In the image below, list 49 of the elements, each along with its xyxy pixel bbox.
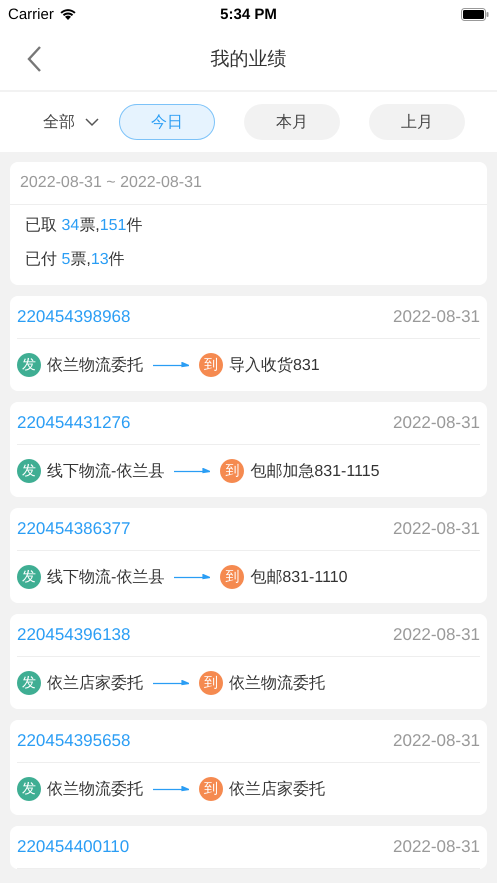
order-date: 2022-08-31 (393, 837, 480, 857)
order-date: 2022-08-31 (393, 307, 480, 327)
send-badge: 发 (17, 565, 41, 589)
order-card[interactable]: 220454395658 2022-08-31 发 依兰物流委托 到 依兰店家委托 (10, 720, 487, 815)
arrive-badge: 到 (199, 353, 223, 377)
arrive-badge: 到 (199, 671, 223, 695)
chevron-down-icon (85, 118, 99, 126)
send-badge: 发 (17, 671, 41, 695)
arrive-badge: 到 (220, 459, 244, 483)
order-card[interactable]: 220454396138 2022-08-31 发 依兰店家委托 到 依兰物流委托 (10, 614, 487, 709)
origin-label: 依兰店家委托 (47, 674, 143, 694)
destination-label: 包邮831-1110 (250, 568, 348, 588)
destination-label: 依兰店家委托 (229, 780, 325, 800)
destination-label: 依兰物流委托 (229, 674, 325, 694)
order-date: 2022-08-31 (393, 519, 480, 539)
period-tab[interactable]: 上月 (369, 104, 465, 140)
date-range: 2022-08-31 ~ 2022-08-31 (10, 162, 487, 205)
arrive-badge: 到 (199, 777, 223, 801)
period-tab[interactable]: 本月 (244, 104, 340, 140)
origin-label: 线下物流-依兰县 (47, 568, 164, 588)
destination-label: 导入收货831 (229, 356, 320, 376)
stat-line: 已付 5票,13件 (25, 250, 126, 270)
destination-label: 包邮加急831-1115 (250, 462, 380, 482)
send-badge: 发 (17, 353, 41, 377)
arrow-icon (153, 680, 189, 686)
stat-line: 已取 34票,151件 (25, 216, 144, 236)
arrow-icon (174, 574, 210, 580)
origin-label: 线下物流-依兰县 (47, 462, 164, 482)
send-badge: 发 (17, 459, 41, 483)
origin-label: 依兰物流委托 (47, 780, 143, 800)
carrier-label: Carrier (8, 6, 54, 22)
wifi-icon (58, 7, 78, 21)
arrow-icon (153, 362, 189, 368)
page-title: 我的业绩 (210, 48, 286, 72)
arrow-icon (174, 468, 210, 474)
order-card[interactable]: 220454398968 2022-08-31 发 依兰物流委托 到 导入收货831 (10, 296, 487, 391)
order-card[interactable]: 220454431276 2022-08-31 发 线下物流-依兰县 到 包邮加急831-1115 (10, 402, 487, 497)
scope-dropdown[interactable]: 全部 (43, 112, 99, 132)
send-badge: 发 (17, 777, 41, 801)
order-date: 2022-08-31 (393, 731, 480, 751)
arrive-badge: 到 (220, 565, 244, 589)
origin-label: 依兰物流委托 (47, 356, 143, 376)
battery-icon (461, 8, 489, 20)
arrow-icon (153, 786, 189, 792)
order-date: 2022-08-31 (393, 413, 480, 433)
order-date: 2022-08-31 (393, 625, 480, 645)
clock-time: 5:34 PM (220, 6, 277, 22)
order-card[interactable]: 220454386377 2022-08-31 发 线下物流-依兰县 到 包邮831-1110 (10, 508, 487, 603)
back-icon[interactable] (26, 45, 42, 73)
